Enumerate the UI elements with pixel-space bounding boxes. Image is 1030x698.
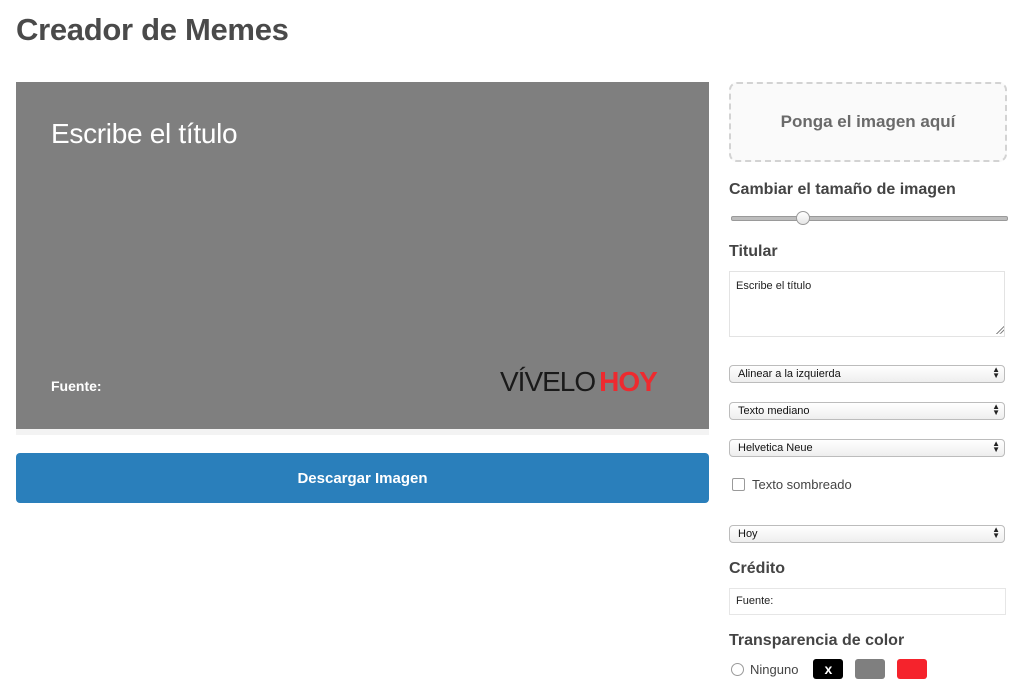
headline-label: Titular <box>729 243 778 260</box>
page-title: Creador de Memes <box>16 12 289 47</box>
textarea-resize-grip[interactable] <box>995 325 1004 334</box>
shadow-checkbox-row[interactable]: Texto sombreado <box>732 477 852 492</box>
meme-title-text: Escribe el título <box>51 118 238 149</box>
select-arrows-icon: ▲ ▼ <box>992 525 1000 540</box>
shadow-checkbox-label: Texto sombreado <box>752 477 852 492</box>
alignment-select[interactable]: Alinear a la izquierda ▲ ▼ <box>729 365 1005 383</box>
color-transparency-label: Transparencia de color <box>729 632 905 649</box>
dropzone-label: Ponga el imagen aquí <box>780 112 956 131</box>
none-radio[interactable] <box>731 662 744 676</box>
brand-logo: VÍVELO HOY <box>500 366 658 398</box>
swatch-gray[interactable] <box>855 659 886 679</box>
logo-select[interactable]: Hoy ▲ ▼ <box>729 525 1005 543</box>
brand-logo-part2: HOY <box>599 366 658 397</box>
credit-label: Crédito <box>729 560 785 577</box>
canvas-shadow <box>16 429 709 435</box>
brand-logo-part1: VÍVELO <box>500 366 596 397</box>
credit-input[interactable]: Fuente: <box>729 588 1006 615</box>
color-transparency-options: Ninguno x <box>731 659 928 679</box>
download-image-button[interactable]: Descargar Imagen <box>16 453 709 503</box>
select-arrows-icon: ▲ ▼ <box>992 365 1000 380</box>
swatch-red[interactable] <box>897 659 928 679</box>
none-radio-label: Ninguno <box>750 661 799 677</box>
meme-canvas: Escribe el título Fuente: VÍVELO HOY <box>16 82 709 429</box>
headline-textarea[interactable] <box>729 271 1005 337</box>
select-arrows-icon: ▲ ▼ <box>992 439 1000 454</box>
meme-credit-text: Fuente: <box>51 378 102 394</box>
image-dropzone[interactable]: Ponga el imagen aquí <box>729 82 1007 162</box>
slider-track <box>731 216 1008 221</box>
logo-select-value: Hoy <box>738 528 758 540</box>
slider-thumb[interactable] <box>796 211 811 225</box>
font-select[interactable]: Helvetica Neue ▲ ▼ <box>729 439 1005 457</box>
font-select-value: Helvetica Neue <box>738 442 813 454</box>
shadow-checkbox[interactable] <box>732 478 745 491</box>
resize-label: Cambiar el tamaño de imagen <box>729 181 956 198</box>
select-arrows-icon: ▲ ▼ <box>992 402 1000 417</box>
swatch-black[interactable]: x <box>813 659 844 679</box>
resize-slider[interactable] <box>731 211 1008 225</box>
alignment-select-value: Alinear a la izquierda <box>738 368 841 380</box>
text-size-select[interactable]: Texto mediano ▲ ▼ <box>729 402 1005 420</box>
text-size-select-value: Texto mediano <box>738 405 810 417</box>
